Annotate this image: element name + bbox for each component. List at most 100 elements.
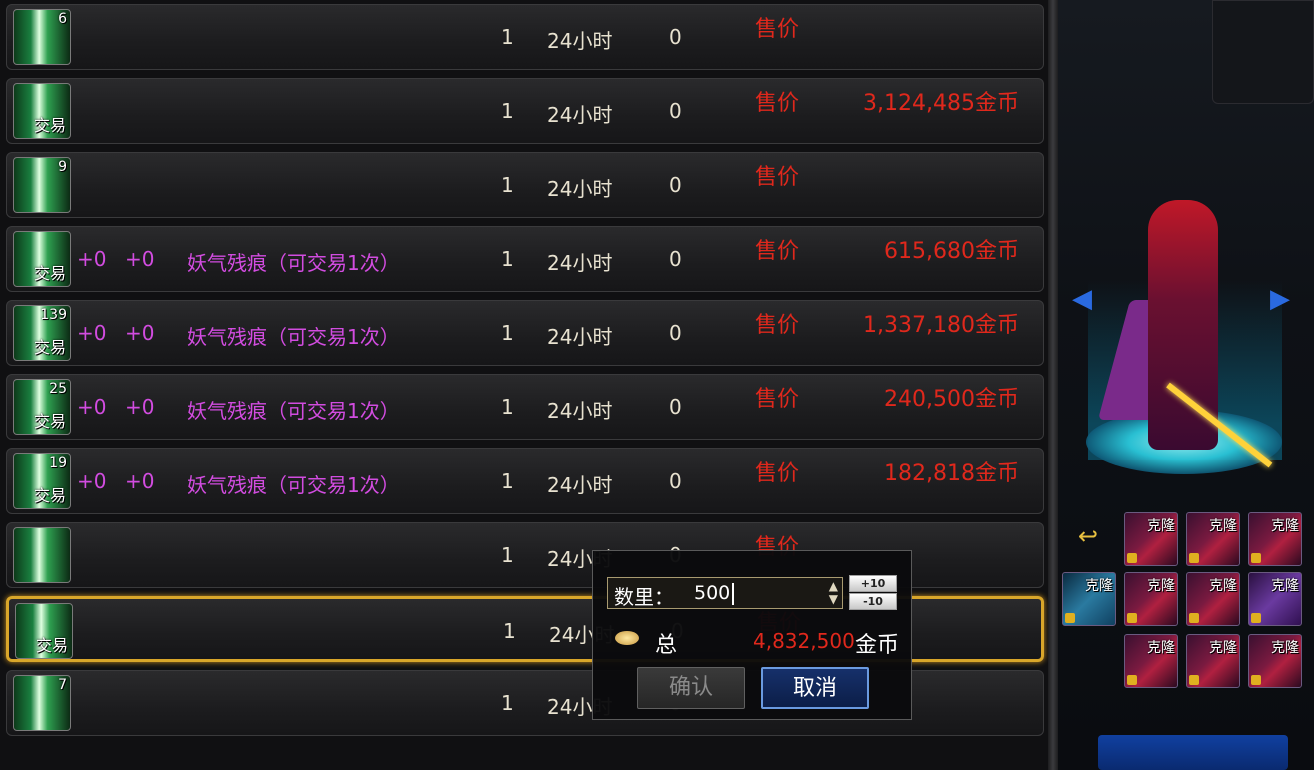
bid-count: 0: [669, 321, 682, 345]
item-name: 妖气残痕（可交易1次）: [187, 251, 400, 275]
minus-ten-button[interactable]: -10: [849, 593, 897, 610]
clone-slot[interactable]: 克隆: [1248, 572, 1302, 626]
time-remaining: 24小时: [547, 177, 613, 201]
lock-icon: [1127, 613, 1137, 623]
slot-label: 克隆: [1271, 518, 1299, 534]
auction-row[interactable]: 6 1 24小时 0 售价: [6, 4, 1044, 70]
clone-slot[interactable]: 克隆: [1124, 572, 1178, 626]
trade-tag: 交易: [34, 412, 67, 431]
lock-icon: [1127, 675, 1137, 685]
quantity-value[interactable]: 500: [694, 582, 730, 604]
slot-label: 克隆: [1085, 578, 1113, 594]
price-value: 240,500金币: [884, 387, 1019, 412]
character-panel: ◀ ▶ ↩ 克隆 克隆 克隆 克隆 克隆 克隆 克隆 克隆 克隆 克隆: [1058, 0, 1314, 770]
panel-divider: [1048, 0, 1058, 770]
auction-row[interactable]: 9 1 24小时 0 售价: [6, 152, 1044, 218]
item-quantity: 1: [501, 25, 514, 49]
trade-tag: 交易: [34, 338, 67, 357]
refine-level: +0: [125, 469, 155, 493]
stack-count: 139: [40, 307, 67, 323]
quantity-field[interactable]: 数里： 500 ▲ ▼: [607, 577, 843, 609]
clone-slot[interactable]: 克隆: [1248, 512, 1302, 566]
clone-slot[interactable]: 克隆: [1124, 512, 1178, 566]
item-quantity: 1: [501, 691, 514, 715]
left-arrow-icon[interactable]: ◀: [1072, 284, 1092, 314]
clone-slot[interactable]: 克隆: [1186, 634, 1240, 688]
item-icon[interactable]: 19 交易: [13, 453, 71, 509]
trade-tag: 交易: [34, 264, 67, 283]
price-label: 售价: [755, 17, 800, 42]
text-caret: [732, 583, 734, 605]
bid-count: 0: [669, 247, 682, 271]
trade-tag: 交易: [36, 636, 69, 655]
plus-ten-button[interactable]: +10: [849, 575, 897, 592]
bid-count: 0: [669, 469, 682, 493]
trade-tag: 交易: [34, 486, 67, 505]
item-icon[interactable]: 6: [13, 9, 71, 65]
cancel-button[interactable]: 取消: [761, 667, 869, 709]
lock-icon: [1127, 553, 1137, 563]
item-icon[interactable]: [13, 527, 71, 583]
lock-icon: [1189, 675, 1199, 685]
clone-slot[interactable]: 克隆: [1124, 634, 1178, 688]
spinner-icon[interactable]: ▲ ▼: [829, 580, 838, 606]
item-quantity: 1: [501, 173, 514, 197]
item-icon[interactable]: 25 交易: [13, 379, 71, 435]
item-name: 妖气残痕（可交易1次）: [187, 399, 400, 423]
clone-slot[interactable]: 克隆: [1186, 512, 1240, 566]
auction-row[interactable]: 25 交易 +0 +0 妖气残痕（可交易1次） 1 24小时 0 售价 240,500金币: [6, 374, 1044, 440]
bid-count: 0: [669, 395, 682, 419]
trade-tag: 交易: [34, 116, 67, 135]
enhance-level: +0: [77, 469, 107, 493]
clone-slot[interactable]: 克隆: [1062, 572, 1116, 626]
stack-count: 9: [58, 159, 67, 175]
slot-label: 克隆: [1209, 518, 1237, 534]
quantity-label: 数里：: [614, 585, 674, 609]
clone-slot[interactable]: 克隆: [1186, 572, 1240, 626]
item-quantity: 1: [501, 247, 514, 271]
refine-level: +0: [125, 395, 155, 419]
item-quantity: 1: [501, 99, 514, 123]
stack-count: 25: [49, 381, 67, 397]
price-value: 615,680金币: [884, 239, 1019, 264]
blue-button[interactable]: [1098, 735, 1288, 770]
slot-label: 克隆: [1209, 578, 1237, 594]
price-label: 售价: [755, 91, 800, 116]
price-label: 售价: [755, 239, 800, 264]
lock-icon: [1251, 675, 1261, 685]
auction-row[interactable]: 交易 1 24小时 0 售价 3,124,485金币: [6, 78, 1044, 144]
slot-label: 克隆: [1147, 518, 1175, 534]
lock-icon: [1251, 613, 1261, 623]
right-arrow-icon[interactable]: ▶: [1270, 284, 1290, 314]
item-icon[interactable]: 7: [13, 675, 71, 731]
slot-label: 克隆: [1271, 578, 1299, 594]
cycle-arrow-icon[interactable]: ↩: [1078, 522, 1098, 550]
time-remaining: 24小时: [547, 325, 613, 349]
quantity-dialog: 数里： 500 ▲ ▼ +10 -10 总 4,832,500 金币 确认 取消: [592, 550, 912, 720]
bid-count: 0: [669, 25, 682, 49]
item-icon[interactable]: 9: [13, 157, 71, 213]
refine-level: +0: [125, 321, 155, 345]
item-name: 妖气残痕（可交易1次）: [187, 325, 400, 349]
price-value: 1,337,180金币: [863, 313, 1019, 338]
item-icon[interactable]: 交易: [13, 83, 71, 139]
item-quantity: 1: [501, 321, 514, 345]
time-remaining: 24小时: [547, 473, 613, 497]
slot-label: 克隆: [1147, 578, 1175, 594]
item-icon[interactable]: 139 交易: [13, 305, 71, 361]
item-icon[interactable]: 交易: [13, 231, 71, 287]
lock-icon: [1065, 613, 1075, 623]
total-unit: 金币: [855, 633, 900, 658]
enhance-level: +0: [77, 321, 107, 345]
item-quantity: 1: [501, 543, 514, 567]
time-remaining: 24小时: [547, 103, 613, 127]
item-icon[interactable]: 交易: [15, 603, 73, 659]
item-name: 妖气残痕（可交易1次）: [187, 473, 400, 497]
auction-row[interactable]: 交易 +0 +0 妖气残痕（可交易1次） 1 24小时 0 售价 615,680金币: [6, 226, 1044, 292]
confirm-button[interactable]: 确认: [637, 667, 745, 709]
clone-slot[interactable]: 克隆: [1248, 634, 1302, 688]
price-value: 182,818金币: [884, 461, 1019, 486]
slot-label: 克隆: [1209, 640, 1237, 656]
auction-row[interactable]: 19 交易 +0 +0 妖气残痕（可交易1次） 1 24小时 0 售价 182,818金币: [6, 448, 1044, 514]
auction-row[interactable]: 139 交易 +0 +0 妖气残痕（可交易1次） 1 24小时 0 售价 1,337,180金币: [6, 300, 1044, 366]
